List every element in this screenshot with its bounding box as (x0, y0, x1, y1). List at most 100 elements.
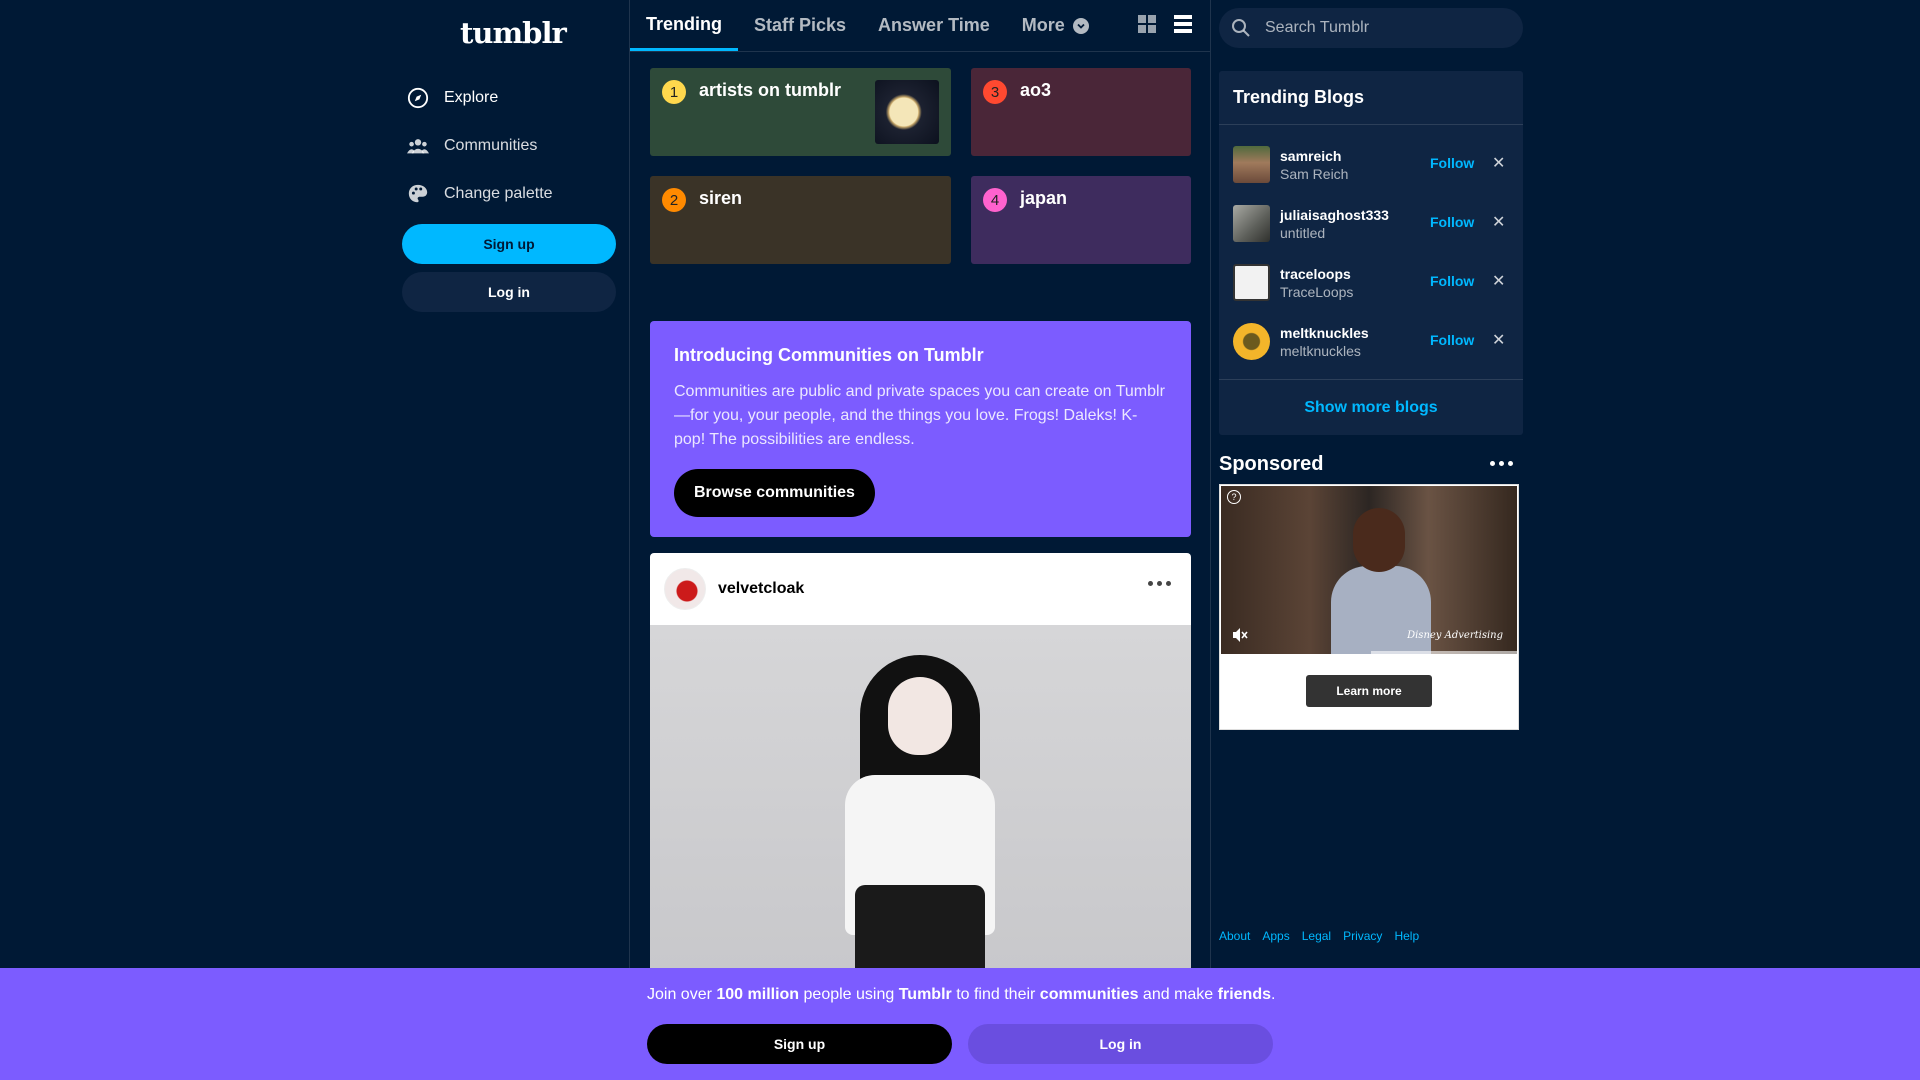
avatar[interactable] (1233, 323, 1270, 360)
list-item[interactable]: meltknuckles meltknuckles Follow ✕ (1219, 312, 1523, 371)
sidebar-item-label: Change palette (444, 185, 553, 202)
follow-button[interactable]: Follow (1430, 332, 1474, 348)
tab-staff-picks[interactable]: Staff Picks (738, 0, 862, 51)
close-icon[interactable]: ✕ (1492, 330, 1505, 350)
blog-name[interactable]: samreich (1280, 147, 1348, 165)
banner-text-bold: 100 million (716, 986, 800, 1003)
trending-rank-badge: 3 (983, 80, 1007, 104)
trending-title: ao3 (1020, 80, 1052, 100)
list-item[interactable]: samreich Sam Reich Follow ✕ (1219, 135, 1523, 194)
ad-progress-bar (1371, 651, 1517, 654)
trending-rank-badge: 2 (662, 188, 686, 212)
follow-button[interactable]: Follow (1430, 214, 1474, 230)
tab-answer-time[interactable]: Answer Time (862, 0, 1006, 51)
trending-rank-badge: 1 (662, 80, 686, 104)
post-author[interactable]: velvetcloak (718, 580, 804, 598)
close-icon[interactable]: ✕ (1492, 212, 1505, 232)
list-item[interactable]: traceloops TraceLoops Follow ✕ (1219, 253, 1523, 312)
close-icon[interactable]: ✕ (1492, 271, 1505, 291)
banner-text-part: and make (1138, 986, 1218, 1003)
chevron-down-icon (1072, 17, 1089, 34)
sidebar-login-button[interactable]: Log in (402, 272, 616, 312)
avatar[interactable] (1233, 264, 1270, 301)
post-image[interactable] (650, 625, 1191, 973)
footer-link-privacy[interactable]: Privacy (1343, 929, 1382, 943)
avatar[interactable] (1233, 205, 1270, 242)
blog-name[interactable]: meltknuckles (1280, 324, 1369, 342)
people-icon (406, 134, 430, 158)
footer-link-legal[interactable]: Legal (1302, 929, 1331, 943)
trending-blogs-list: samreich Sam Reich Follow ✕ juliaisaghos… (1219, 125, 1523, 371)
sidebar-item-explore[interactable]: Explore (402, 74, 616, 122)
footer-links: About Apps Legal Privacy Help (1219, 929, 1419, 943)
signup-banner: Join over 100 million people using Tumbl… (0, 968, 1920, 1080)
promo-body: Communities are public and private space… (674, 383, 1165, 448)
ad-brand-watermark: Disney Advertising (1407, 630, 1503, 641)
trending-card-siren[interactable]: 2 siren (650, 176, 951, 264)
list-view-icon[interactable] (1174, 15, 1192, 33)
sidebar-item-label: Communities (444, 137, 538, 154)
tab-label: Answer Time (878, 15, 990, 35)
banner-text-bold: friends (1217, 986, 1271, 1003)
search-input[interactable] (1265, 19, 1505, 37)
post-card: velvetcloak (650, 553, 1191, 973)
search-bar (1219, 8, 1523, 48)
tab-label: More (1021, 15, 1065, 35)
blog-name[interactable]: juliaisaghost333 (1280, 206, 1389, 224)
tab-label: Trending (646, 13, 722, 34)
sidebar-nav: Explore Communities Change palette (402, 74, 616, 218)
ad-video[interactable]: ? Disney Advertising (1221, 486, 1517, 654)
sidebar-item-change-palette[interactable]: Change palette (402, 170, 616, 218)
footer-link-about[interactable]: About (1219, 929, 1250, 943)
blog-name[interactable]: traceloops (1280, 265, 1353, 283)
compass-icon (406, 86, 430, 110)
image-figure-face (888, 677, 952, 755)
main-column: Trending Staff Picks Answer Time More 1 … (629, 0, 1211, 1080)
trending-title: artists on tumblr (699, 80, 842, 100)
trending-card-japan[interactable]: 4 japan (971, 176, 1191, 264)
tab-more[interactable]: More (1006, 0, 1105, 51)
blog-text: meltknuckles meltknuckles (1280, 324, 1369, 360)
trending-tags-grid: 1 artists on tumblr 3 ao3 2 siren 4 japa… (650, 68, 1191, 264)
mute-icon[interactable] (1231, 626, 1249, 644)
sidebar-item-communities[interactable]: Communities (402, 122, 616, 170)
avatar[interactable] (664, 568, 706, 610)
view-toggle (1138, 15, 1192, 33)
close-icon[interactable]: ✕ (1492, 153, 1505, 173)
sidebar-signup-button[interactable]: Sign up (402, 224, 616, 264)
banner-signup-button[interactable]: Sign up (647, 1024, 952, 1064)
banner-text-bold: Tumblr (898, 986, 952, 1003)
more-options-icon[interactable] (1490, 461, 1513, 466)
blog-title: untitled (1280, 224, 1326, 241)
footer-link-help[interactable]: Help (1394, 929, 1419, 943)
trending-card-artists-on-tumblr[interactable]: 1 artists on tumblr (650, 68, 951, 156)
follow-button[interactable]: Follow (1430, 273, 1474, 289)
search-icon (1231, 18, 1251, 38)
sponsored-title: Sponsored (1219, 453, 1324, 475)
learn-more-button[interactable]: Learn more (1306, 675, 1432, 707)
banner-text-part: Join over (647, 986, 717, 1003)
explore-tabs: Trending Staff Picks Answer Time More (630, 0, 1210, 52)
blog-text: traceloops TraceLoops (1280, 265, 1353, 301)
trending-card-ao3[interactable]: 3 ao3 (971, 68, 1191, 156)
follow-button[interactable]: Follow (1430, 155, 1474, 171)
trending-blogs-title: Trending Blogs (1219, 71, 1523, 125)
grid-view-icon[interactable] (1138, 15, 1156, 33)
tab-trending[interactable]: Trending (630, 0, 738, 51)
footer-link-apps[interactable]: Apps (1262, 929, 1289, 943)
banner-login-button[interactable]: Log in (968, 1024, 1273, 1064)
blog-title: TraceLoops (1280, 283, 1354, 300)
post-header: velvetcloak (650, 553, 1191, 625)
banner-text-part: . (1270, 986, 1276, 1003)
more-options-icon[interactable] (1148, 581, 1171, 586)
trending-blogs-panel: Trending Blogs samreich Sam Reich Follow… (1219, 71, 1523, 435)
avatar[interactable] (1233, 146, 1270, 183)
blog-text: samreich Sam Reich (1280, 147, 1348, 183)
communities-promo: Introducing Communities on Tumblr Commun… (650, 321, 1191, 537)
tumblr-logo[interactable]: tumblr (460, 16, 567, 50)
trending-title: siren (699, 188, 743, 208)
browse-communities-button[interactable]: Browse communities (674, 469, 875, 517)
info-icon[interactable]: ? (1227, 490, 1241, 504)
show-more-blogs-button[interactable]: Show more blogs (1219, 379, 1523, 435)
list-item[interactable]: juliaisaghost333 untitled Follow ✕ (1219, 194, 1523, 253)
